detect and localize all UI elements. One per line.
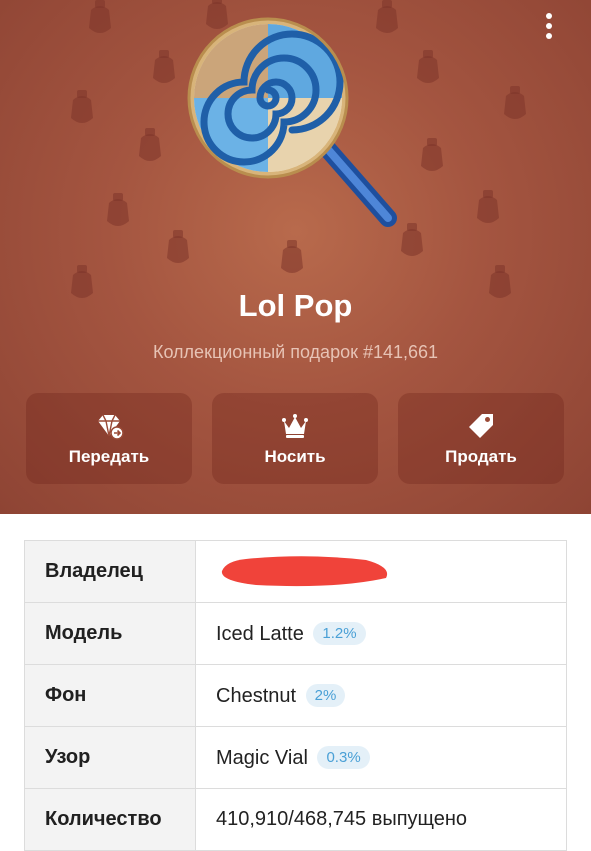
vial-icon [107, 193, 129, 226]
gift-details-table: Владелец Модель Iced Latte 1.2% Фон Ches… [24, 540, 567, 851]
vial-icon [504, 86, 526, 119]
gift-header: Lol Pop Коллекционный подарок #141,661 П… [0, 0, 591, 514]
backdrop-value[interactable]: Chestnut [216, 685, 296, 707]
vial-icon [281, 240, 303, 273]
transfer-label: Передать [68, 446, 150, 466]
owner-value[interactable] [195, 540, 567, 603]
model-value-cell: Iced Latte 1.2% [195, 602, 567, 665]
menu-dot [546, 23, 552, 29]
backdrop-row: Фон Chestnut 2% [24, 664, 567, 727]
menu-dot [546, 33, 552, 39]
symbol-row: Узор Magic Vial 0.3% [24, 726, 567, 789]
lollipop-icon [187, 17, 397, 227]
vial-icon [153, 50, 175, 83]
gift-subtitle: Коллекционный подарок #141,661 [152, 342, 439, 362]
vial-icon [421, 138, 443, 171]
gift-title: Lol Pop [238, 288, 353, 323]
symbol-value-cell: Magic Vial 0.3% [195, 726, 567, 789]
sell-label: Продать [445, 446, 517, 466]
model-row: Модель Iced Latte 1.2% [24, 602, 567, 665]
vial-icon [417, 50, 439, 83]
symbol-value[interactable]: Magic Vial [216, 747, 308, 769]
quantity-value: 410,910/468,745 выпущено [195, 788, 567, 851]
transfer-button[interactable]: Передать [26, 393, 192, 484]
price-tag-icon [469, 413, 493, 438]
owner-label: Владелец [24, 540, 196, 603]
owner-row: Владелец [24, 540, 567, 603]
wear-button[interactable]: Носить [212, 393, 378, 484]
vial-icon [71, 90, 93, 123]
model-rarity-badge: 1.2% [313, 621, 366, 645]
more-vertical-icon [546, 13, 552, 19]
vial-icon [89, 0, 111, 33]
quantity-row: Количество 410,910/468,745 выпущено [24, 788, 567, 851]
backdrop-label: Фон [24, 664, 196, 727]
model-value[interactable]: Iced Latte [216, 623, 304, 645]
more-menu-button[interactable] [534, 8, 564, 44]
diamond-transfer-icon [98, 414, 124, 440]
sell-button[interactable]: Продать [398, 393, 564, 484]
symbol-label: Узор [24, 726, 196, 789]
symbol-rarity-badge: 0.3% [317, 745, 370, 769]
wear-label: Носить [264, 446, 326, 466]
model-label: Модель [24, 602, 196, 665]
quantity-label: Количество [24, 788, 196, 851]
backdrop-rarity-badge: 2% [305, 683, 346, 707]
redaction-mark [221, 555, 388, 586]
crown-icon [282, 413, 308, 438]
backdrop-value-cell: Chestnut 2% [195, 664, 567, 727]
vial-icon [477, 190, 499, 223]
vial-icon [139, 128, 161, 161]
